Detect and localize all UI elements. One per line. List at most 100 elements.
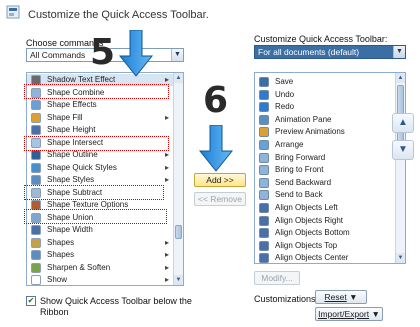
list-item[interactable]: Align Objects Left (255, 202, 395, 214)
scroll-up-icon[interactable]: ▲ (174, 73, 183, 83)
list-item[interactable]: Animation Pane (255, 114, 395, 126)
list-item[interactable]: Shapes ▸ (27, 249, 173, 261)
highlight-shape-union (24, 209, 167, 224)
shape-fill-icon (31, 112, 41, 123)
list-item-label: Send Backward (275, 177, 332, 187)
show-below-ribbon-label-2: Ribbon (40, 307, 69, 317)
shape-styles-icon (31, 175, 41, 185)
list-item[interactable]: Align Objects Top (255, 240, 395, 252)
list-item[interactable]: Shape Quick Styles ▸ (27, 162, 173, 174)
show-icon (31, 275, 41, 285)
chevron-right-icon: ▸ (164, 262, 169, 272)
commands-list[interactable]: ▲ ▼ Shadow Text Effect ▸ Shape Combine Shap… (26, 72, 184, 286)
highlight-shape-intersect (24, 136, 169, 151)
list-item[interactable]: Align Objects Bottom (255, 227, 395, 239)
modify-button[interactable]: Modify... (254, 271, 300, 285)
list-item-label: Send to Back (275, 190, 323, 200)
list-item-label: Shape Effects (47, 100, 97, 109)
list-item-label: Align Objects Bottom (275, 228, 350, 238)
customize-toolbar-label: Customize Quick Access Toolbar: (254, 34, 388, 44)
list-item[interactable]: Bring Forward (255, 152, 395, 164)
chevron-right-icon: ▸ (164, 112, 169, 122)
chevron-right-icon: ▸ (164, 275, 169, 284)
list-item[interactable]: Shapes ▸ (27, 237, 173, 249)
list-item[interactable]: Sharpen & Soften ▸ (27, 262, 173, 274)
list-item[interactable]: Send Backward (255, 177, 395, 189)
list-item[interactable]: Shape Width (27, 224, 173, 236)
preview-animations-icon (259, 127, 269, 138)
list-item[interactable]: Shape Fill ▸ (27, 112, 173, 124)
list-item[interactable]: Align Objects Center (255, 252, 395, 263)
list-item-label: Bring to Front (275, 165, 324, 175)
list-item[interactable]: Redo (255, 101, 395, 113)
highlight-shape-combine (24, 84, 169, 99)
list-item[interactable]: Bring to Front (255, 164, 395, 176)
list-item[interactable]: Undo (255, 89, 395, 101)
save-icon (259, 77, 269, 87)
import-export-button[interactable]: Import/Export ▼ (315, 307, 383, 321)
scroll-down-icon[interactable]: ▼ (174, 275, 183, 285)
customize-toolbar-dropdown[interactable]: For all documents (default) ▼ (254, 45, 406, 59)
scrollbar-thumb[interactable] (175, 225, 182, 239)
animation-pane-icon (259, 114, 269, 125)
redo-icon (259, 102, 269, 113)
list-item-label: Align Objects Center (275, 253, 349, 263)
move-down-button[interactable]: ▼ (392, 140, 414, 160)
scroll-down-icon[interactable]: ▼ (396, 253, 405, 263)
choose-commands-value: All Commands (30, 50, 86, 60)
list-item-label: Align Objects Top (275, 240, 338, 250)
sharpen-icon (31, 262, 41, 273)
list-item[interactable]: Show ▸ (27, 274, 173, 285)
list-item[interactable]: Save (255, 76, 395, 88)
list-item[interactable]: Preview Animations (255, 126, 395, 138)
toolbar-list-scrollbar[interactable]: ▲ ▼ (395, 73, 405, 263)
dialog-title: Customize the Quick Access Toolbar. (28, 9, 209, 21)
list-item[interactable]: Arrange (255, 139, 395, 151)
shape-outline-icon (31, 150, 41, 160)
step-6-number: 6 (203, 80, 229, 121)
list-item-label: Shape Width (47, 225, 93, 234)
shape-effects-icon (31, 100, 41, 110)
chevron-right-icon: ▸ (164, 237, 169, 247)
chevron-right-icon: ▸ (164, 175, 169, 184)
chevron-right-icon: ▸ (164, 162, 169, 172)
toolbar-commands-list[interactable]: ▲ ▼ Save Undo Redo Animation Pane Preview An… (254, 72, 406, 264)
list-item-label: Align Objects Right (275, 215, 344, 225)
list-item-label: Redo (275, 102, 295, 112)
chevron-down-icon: ▼ (371, 309, 380, 319)
align-center-icon (259, 253, 269, 263)
chevron-down-icon[interactable]: ▼ (393, 46, 405, 58)
list-item-label: Show (47, 275, 68, 284)
list-item-label: Align Objects Left (275, 203, 338, 212)
list-item[interactable]: Shape Effects (27, 99, 173, 111)
move-up-button[interactable]: ▲ (392, 113, 414, 133)
reset-button[interactable]: Reset ▼ (315, 290, 367, 304)
list-item-label: Preview Animations (275, 127, 345, 137)
show-below-ribbon-label: Show Quick Access Toolbar below the (40, 296, 192, 306)
customizations-label: Customizations: (254, 294, 319, 304)
step-5-number: 5 (90, 32, 116, 73)
customize-toolbar-value: For all documents (default) (258, 47, 360, 57)
commands-list-scrollbar[interactable]: ▲ ▼ (173, 73, 183, 285)
chevron-down-icon[interactable]: ▼ (171, 49, 183, 61)
show-below-ribbon-checkbox[interactable]: ✔ (26, 296, 36, 306)
scroll-up-icon[interactable]: ▲ (396, 73, 405, 83)
align-top-icon (259, 240, 269, 251)
list-item-label: Save (275, 77, 294, 86)
send-backward-icon (259, 177, 269, 188)
list-item[interactable]: Send to Back (255, 189, 395, 201)
list-item[interactable]: Shape Height (27, 124, 173, 136)
shapes-icon (31, 250, 41, 260)
bring-forward-icon (259, 152, 269, 163)
import-export-label: Import/Export (318, 309, 370, 319)
list-item-label: Bring Forward (275, 152, 326, 162)
list-item[interactable]: Align Objects Right (255, 215, 395, 227)
list-item-label: Shape Quick Styles (47, 162, 117, 172)
arrow-down-icon (198, 125, 234, 172)
send-to-back-icon (259, 190, 269, 201)
remove-button[interactable]: << Remove (194, 192, 246, 206)
add-button[interactable]: Add >> (194, 173, 246, 187)
undo-icon (259, 89, 269, 100)
shapes-icon (31, 237, 41, 248)
shape-width-icon (31, 225, 41, 235)
